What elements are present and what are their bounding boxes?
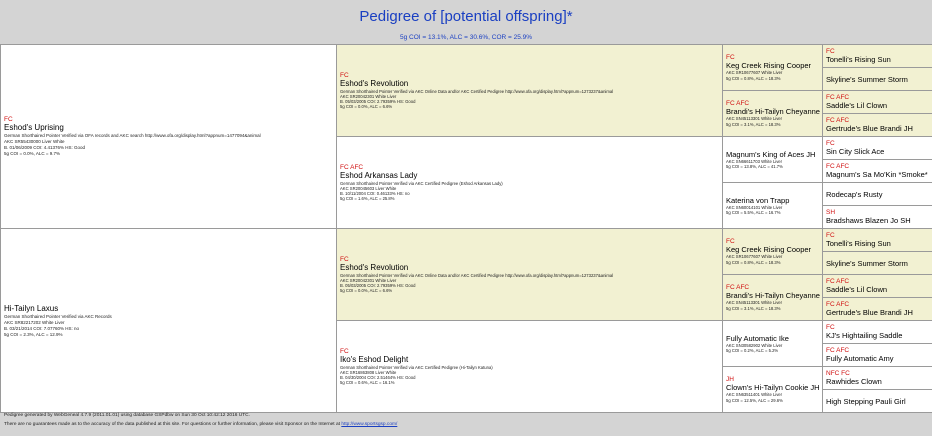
page-title: Pedigree of [potential offspring]*: [359, 8, 573, 25]
gen4-cell: FC KJ's Hightailing Saddle: [822, 320, 932, 344]
dog-title: FC: [340, 255, 349, 263]
gen4-cell: FC AFC Fully Automatic Amy: [822, 343, 932, 367]
gen4-cell: Skyline's Summer Storm: [822, 251, 932, 275]
gen4-cell: FC Tonelli's Rising Sun: [822, 228, 932, 252]
dog-name[interactable]: Skyline's Summer Storm: [826, 259, 929, 268]
gen4-cell: FC AFC Gertrude's Blue Brandi JH: [822, 113, 932, 137]
gen4-cell: Skyline's Summer Storm: [822, 67, 932, 91]
dog-title: FC: [4, 116, 13, 123]
dog-name[interactable]: Eshod's Revolution: [340, 263, 719, 273]
gen4-cell: FC Sin City Slick Ace: [822, 136, 932, 160]
gen4-cell: FC AFC Gertrude's Blue Brandi JH: [822, 297, 932, 321]
gen4-cell: SH Bradshaws Blazen Jo SH: [822, 205, 932, 229]
dog-title: FC AFC: [826, 94, 850, 101]
dog-title: FC AFC: [826, 347, 850, 354]
dog-title: FC AFC: [726, 284, 750, 292]
dog-title: FC: [826, 232, 835, 239]
gen4-cell: FC AFC Saddle's Lil Clown: [822, 90, 932, 114]
dog-name[interactable]: Katerina von Trapp: [726, 196, 819, 205]
dog-name[interactable]: Rawhides Clown: [826, 377, 929, 386]
gen3-cell: FC Keg Creek Rising Cooper AKC SR1067760…: [722, 228, 823, 275]
dog-name[interactable]: Fully Automatic Amy: [826, 354, 929, 363]
gen3-cell: FC AFC Brandi's Hi-Tailyn Cheyanne AKC S…: [722, 90, 823, 137]
dog-title: FC: [726, 238, 735, 246]
gen1-sire-cell: FC Eshod's Uprising German Shorthaired P…: [0, 44, 337, 229]
gen2-cell: FC Iko's Eshod Delight German Shorthaire…: [336, 320, 723, 413]
dog-name[interactable]: Tonelli's Rising Sun: [826, 239, 929, 248]
dog-name[interactable]: Eshod's Revolution: [340, 79, 719, 89]
dog-name[interactable]: Keg Creek Rising Cooper: [726, 245, 819, 254]
dog-name[interactable]: Magnum's Sa Mo'Kin *Smoke*: [826, 170, 929, 179]
dog-name[interactable]: Magnum's King of Aces JH: [726, 150, 819, 159]
gen1-dam-cell: Hi-Tailyn Laxus German Shorthaired Point…: [0, 228, 337, 413]
gen2-cell: FC AFC Eshod Arkansas Lady German Shorth…: [336, 136, 723, 229]
dog-title: FC: [726, 54, 735, 62]
gen3-cell: Fully Automatic Ike AKC SN30582902 White…: [722, 320, 823, 367]
gen2-cell: FC Eshod's Revolution German Shorthaired…: [336, 44, 723, 137]
dog-name[interactable]: KJ's Hightailing Saddle: [826, 331, 929, 340]
gen4-cell: Rodecap's Rusty: [822, 182, 932, 206]
dog-name[interactable]: Clown's Hi-Tailyn Cookie JH: [726, 383, 820, 392]
dog-title: FC: [826, 48, 835, 55]
dog-name[interactable]: Hi-Tailyn Laxus: [4, 304, 333, 314]
dog-name[interactable]: Fully Automatic Ike: [726, 334, 819, 343]
dog-title: SH: [826, 209, 836, 216]
dog-name[interactable]: Keg Creek Rising Cooper: [726, 61, 819, 70]
gen4-cell: FC AFC Saddle's Lil Clown: [822, 274, 932, 298]
dog-title: JH: [726, 376, 734, 384]
dog-name[interactable]: Saddle's Lil Clown: [826, 285, 929, 294]
pedigree-table: FC Eshod's Uprising German Shorthaired P…: [0, 44, 932, 413]
gen4-cell: NFC FC Rawhides Clown: [822, 366, 932, 390]
dog-name[interactable]: High Stepping Pauli Girl: [826, 397, 929, 406]
dog-title: NFC FC: [826, 370, 850, 377]
dog-title: FC AFC: [726, 100, 750, 108]
footer-disclaimer-line: There are no guarantees made as to the a…: [4, 422, 932, 427]
dog-title: FC AFC: [826, 301, 850, 308]
dog-name[interactable]: Iko's Eshod Delight: [340, 355, 719, 365]
dog-title: FC AFC: [826, 278, 850, 285]
gen4-cell: FC AFC Magnum's Sa Mo'Kin *Smoke*: [822, 159, 932, 183]
dog-title: FC AFC: [340, 163, 364, 171]
dog-title: FC AFC: [826, 163, 850, 170]
dog-name[interactable]: Gertrude's Blue Brandi JH: [826, 308, 929, 317]
gen2-cell: FC Eshod's Revolution German Shorthaired…: [336, 228, 723, 321]
gen4-cell: FC Tonelli's Rising Sun: [822, 44, 932, 68]
dog-name[interactable]: Saddle's Lil Clown: [826, 101, 929, 110]
header: Pedigree of [potential offspring]* 5g CO…: [0, 0, 932, 44]
footer-disclaimer-text: There are no guarantees made as to the a…: [4, 422, 340, 427]
dog-name[interactable]: Eshod Arkansas Lady: [340, 171, 719, 181]
dog-name[interactable]: Gertrude's Blue Brandi JH: [826, 124, 929, 133]
dog-title: FC: [340, 347, 349, 355]
gen3-cell: Magnum's King of Aces JH AKC SN66611703 …: [722, 136, 823, 183]
footer: Pedigree generated by WebGeneal 4.7.9 (2…: [0, 409, 932, 436]
dog-name[interactable]: Sin City Slick Ace: [826, 147, 929, 156]
sponsor-link[interactable]: http://www.sportsgsp.com/: [341, 422, 397, 427]
dog-name[interactable]: Skyline's Summer Storm: [826, 75, 929, 84]
dog-title: FC AFC: [826, 117, 850, 124]
dog-title: FC: [826, 324, 835, 331]
dog-name[interactable]: Tonelli's Rising Sun: [826, 55, 929, 64]
gen3-cell: Katerina von Trapp AKC SN60014101 White …: [722, 182, 823, 229]
coi-summary: 5g COI = 13.1%, ALC = 30.6%, COR = 25.9%: [399, 34, 533, 41]
dog-name[interactable]: Rodecap's Rusty: [826, 190, 929, 199]
gen3-cell: FC AFC Brandi's Hi-Tailyn Cheyanne AKC S…: [722, 274, 823, 321]
dog-name[interactable]: Brandi's Hi-Tailyn Cheyanne: [726, 107, 820, 116]
dog-name[interactable]: Brandi's Hi-Tailyn Cheyanne: [726, 291, 820, 300]
dog-title: FC: [340, 71, 349, 79]
footer-generated-line: Pedigree generated by WebGeneal 4.7.9 (2…: [4, 413, 250, 418]
dog-name[interactable]: Eshod's Uprising: [4, 123, 333, 133]
dog-title: FC: [826, 140, 835, 147]
gen3-cell: FC Keg Creek Rising Cooper AKC SR1067760…: [722, 44, 823, 91]
gen3-cell: JH Clown's Hi-Tailyn Cookie JH AKC SN635…: [722, 366, 823, 413]
dog-name[interactable]: Bradshaws Blazen Jo SH: [826, 216, 929, 225]
